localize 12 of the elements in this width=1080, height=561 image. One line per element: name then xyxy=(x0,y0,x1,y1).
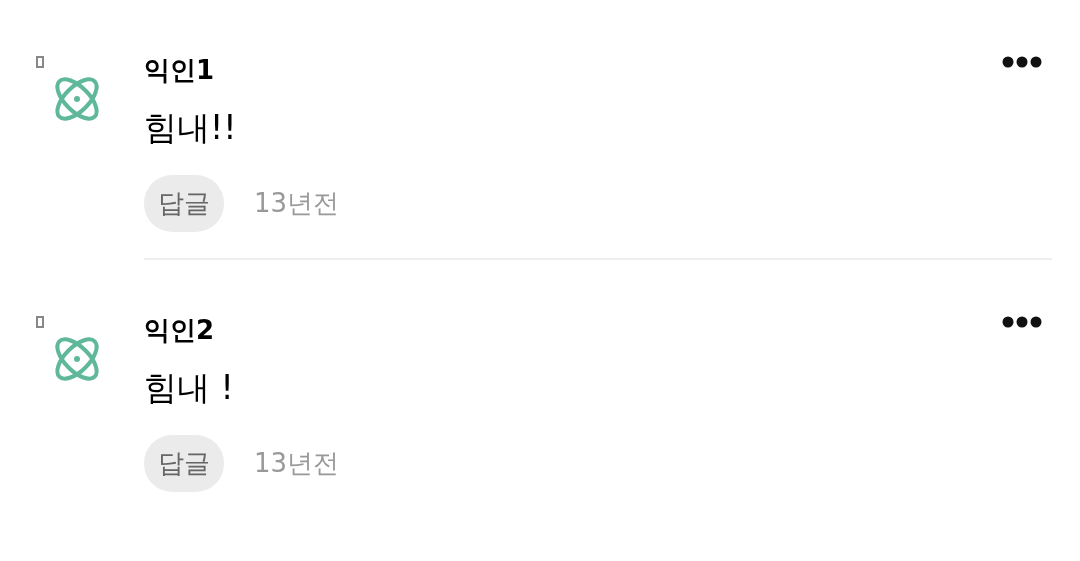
badge-icon xyxy=(36,316,44,328)
more-icon[interactable] xyxy=(1002,56,1042,68)
timestamp: 13년전 xyxy=(254,447,340,480)
comment-text: 힘내 ! xyxy=(144,367,235,409)
more-icon[interactable] xyxy=(1002,316,1042,328)
reply-button[interactable]: 답글 xyxy=(144,175,224,232)
reply-button[interactable]: 답글 xyxy=(144,435,224,492)
author-name: 익인2 xyxy=(144,313,215,347)
comment-text: 힘내!! xyxy=(144,107,238,149)
author-name: 익인1 xyxy=(144,53,215,87)
timestamp: 13년전 xyxy=(254,187,340,220)
badge-icon xyxy=(36,56,44,68)
